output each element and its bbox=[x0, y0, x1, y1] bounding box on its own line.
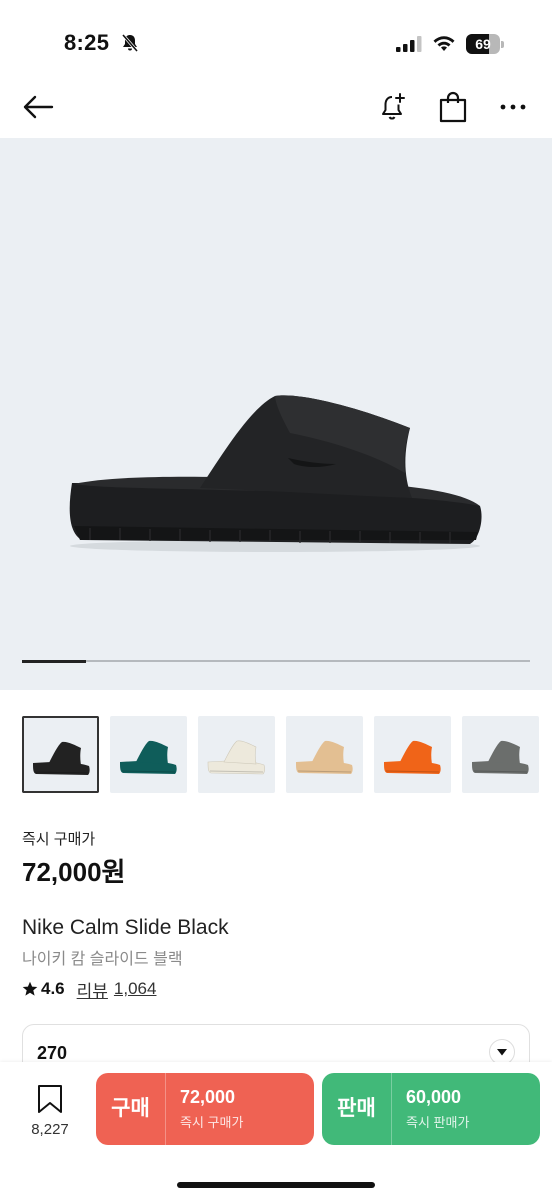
app-header bbox=[0, 76, 552, 138]
buy-button[interactable]: 구매 72,000 즉시 구매가 bbox=[96, 1073, 314, 1145]
back-arrow-icon bbox=[23, 95, 54, 119]
buy-sub-label: 즉시 구매가 bbox=[180, 1115, 244, 1130]
bell-plus-icon bbox=[382, 93, 405, 120]
slide-sandal-thumbnail-image bbox=[207, 740, 265, 775]
status-bar: 8:25 69 bbox=[0, 0, 552, 76]
bell-slash-icon bbox=[121, 34, 139, 52]
sell-price: 60,000 bbox=[406, 1087, 462, 1107]
rating-row: 4.6 리뷰 1,064 bbox=[22, 977, 156, 1001]
color-variant-thumbnail[interactable] bbox=[286, 716, 363, 793]
review-count-link[interactable]: 1,064 bbox=[114, 979, 157, 999]
sell-label: 판매 bbox=[322, 1073, 392, 1145]
back-button[interactable] bbox=[19, 88, 57, 126]
star-icon bbox=[22, 981, 38, 996]
buy-label: 구매 bbox=[96, 1073, 166, 1145]
rating-value: 4.6 bbox=[41, 979, 65, 998]
slide-sandal-thumbnail-image bbox=[384, 740, 441, 774]
more-button[interactable] bbox=[494, 88, 532, 126]
more-dots-icon bbox=[500, 104, 526, 110]
size-value: 270 bbox=[37, 1043, 68, 1063]
wifi-icon bbox=[433, 36, 455, 51]
color-variant-thumbnail[interactable] bbox=[198, 716, 275, 793]
cart-button[interactable] bbox=[434, 88, 472, 126]
battery-level: 69 bbox=[475, 36, 491, 52]
bottom-action-bar: 8,227 구매 72,000 즉시 구매가 판매 60,000 즉시 판매가 bbox=[0, 1062, 552, 1200]
product-image-carousel[interactable] bbox=[0, 138, 552, 690]
wishlist-button[interactable]: 8,227 bbox=[22, 1084, 78, 1144]
product-name-korean: 나이키 캄 슬라이드 블랙 bbox=[22, 951, 183, 968]
slide-sandal-thumbnail-image bbox=[296, 740, 353, 774]
caret-down-icon bbox=[497, 1049, 507, 1056]
signal-icon bbox=[396, 36, 422, 52]
price-label: 즉시 구매가 bbox=[22, 831, 96, 848]
product-image bbox=[69, 395, 482, 552]
shopping-bag-icon bbox=[439, 91, 467, 123]
review-link-label[interactable]: 리뷰 bbox=[77, 977, 108, 1002]
battery-icon: 69 bbox=[466, 34, 504, 54]
slide-sandal-thumbnail-image bbox=[472, 740, 529, 774]
color-variant-thumbnail[interactable] bbox=[22, 716, 99, 793]
sell-button[interactable]: 판매 60,000 즉시 판매가 bbox=[322, 1073, 540, 1145]
carousel-progress bbox=[22, 659, 530, 663]
status-time: 8:25 bbox=[64, 30, 110, 55]
slide-sandal-thumbnail-image bbox=[120, 740, 177, 774]
notification-subscribe-button[interactable] bbox=[374, 88, 412, 126]
color-variant-thumbnails bbox=[22, 716, 552, 796]
product-name: Nike Calm Slide Black bbox=[22, 916, 229, 939]
buy-price: 72,000 bbox=[180, 1087, 236, 1107]
slide-sandal-thumbnail-image bbox=[33, 741, 90, 775]
color-variant-thumbnail[interactable] bbox=[374, 716, 451, 793]
home-indicator bbox=[177, 1182, 375, 1188]
wishlist-count: 8,227 bbox=[31, 1121, 69, 1138]
sell-sub-label: 즉시 판매가 bbox=[406, 1115, 470, 1130]
color-variant-thumbnail[interactable] bbox=[462, 716, 539, 793]
price: 72,000원 bbox=[22, 857, 126, 887]
color-variant-thumbnail[interactable] bbox=[110, 716, 187, 793]
bookmark-icon bbox=[38, 1085, 62, 1113]
